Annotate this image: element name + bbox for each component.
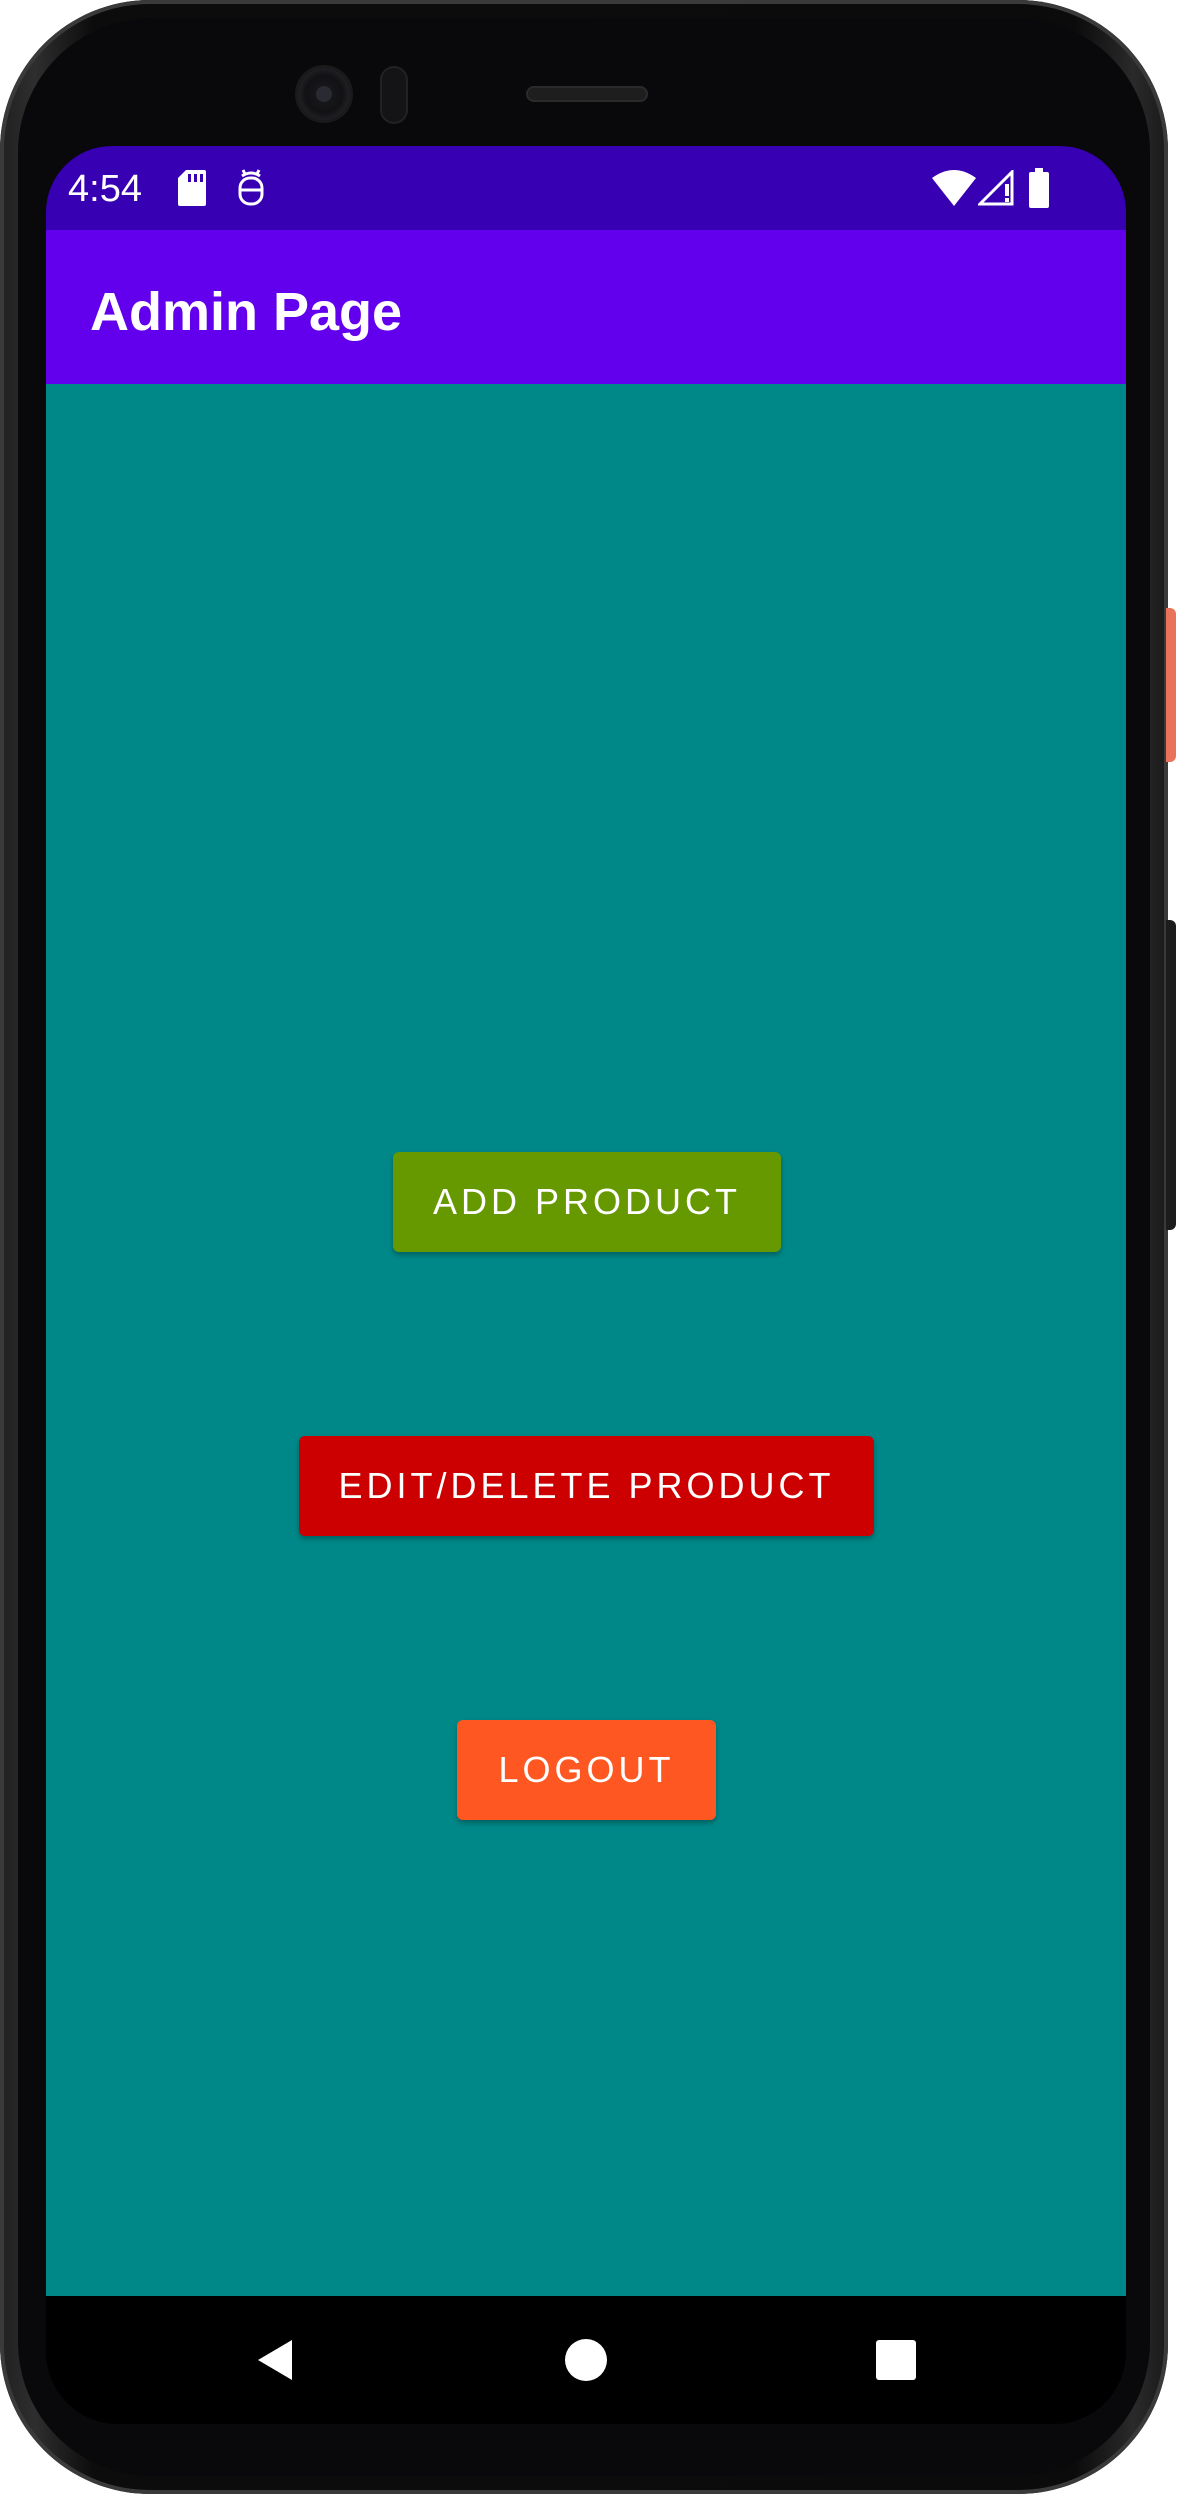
status-bar: 4:54	[46, 146, 1126, 230]
front-camera	[298, 68, 350, 120]
status-time: 4:54	[68, 168, 142, 210]
edit-delete-product-button[interactable]: EDIT/DELETE PRODUCT	[299, 1436, 874, 1536]
proximity-sensor	[380, 66, 408, 124]
admin-content: ADD PRODUCT EDIT/DELETE PRODUCT LOGOUT	[46, 384, 1126, 2296]
sd-card-icon	[176, 168, 208, 213]
earpiece-speaker	[526, 86, 648, 102]
navigation-bar	[46, 2296, 1126, 2424]
phone-device: 4:54 Admin Page ADD PRODUCT EDIT/DELETE …	[0, 0, 1178, 2498]
add-product-button[interactable]: ADD PRODUCT	[393, 1152, 781, 1252]
page-title: Admin Page	[90, 282, 403, 342]
signal-icon	[976, 168, 1014, 211]
screen: 4:54 Admin Page ADD PRODUCT EDIT/DELETE …	[46, 146, 1126, 2424]
debug-icon	[236, 168, 266, 213]
back-icon[interactable]	[252, 2336, 300, 2384]
power-button	[1166, 608, 1176, 762]
logout-button[interactable]: LOGOUT	[457, 1720, 716, 1820]
battery-icon	[1028, 168, 1050, 213]
home-icon[interactable]	[562, 2336, 610, 2384]
app-bar: Admin Page	[46, 230, 1126, 384]
volume-button	[1166, 920, 1176, 1230]
recents-icon[interactable]	[872, 2336, 920, 2384]
wifi-icon	[932, 170, 976, 211]
